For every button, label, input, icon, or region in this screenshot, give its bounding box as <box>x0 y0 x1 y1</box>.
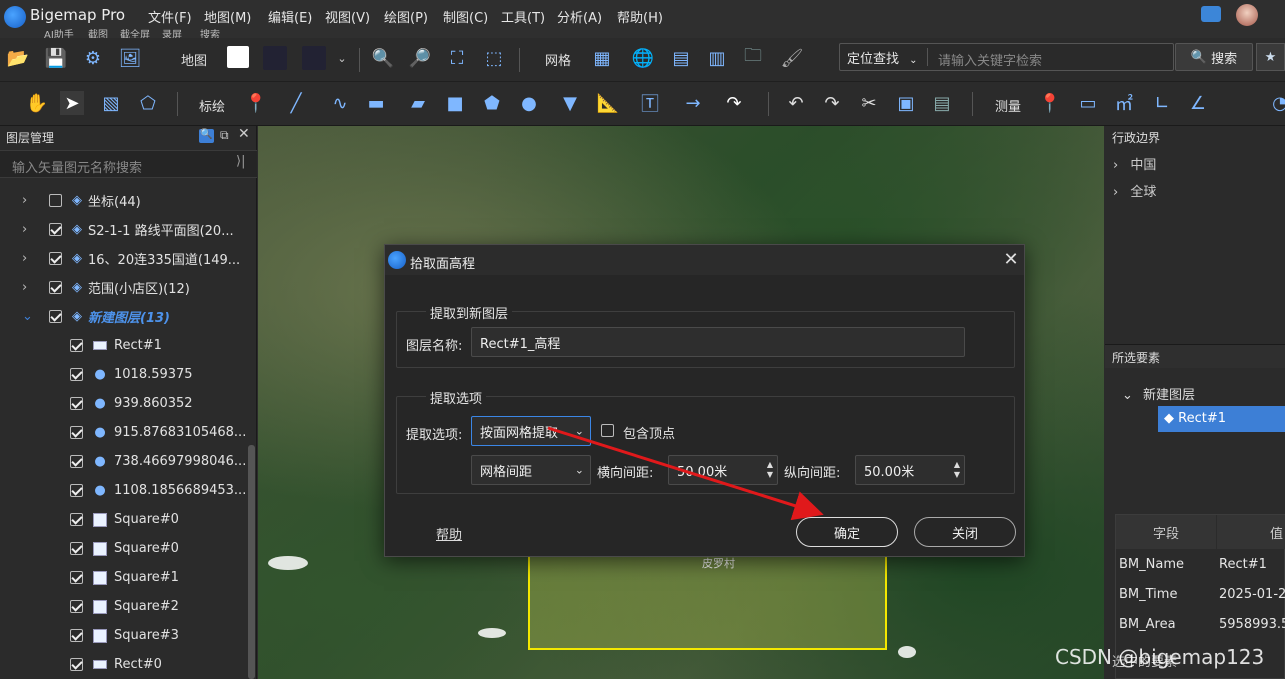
annotation-arrow-icon <box>547 426 824 521</box>
watermark: CSDN @bigemap123 <box>1055 645 1265 669</box>
